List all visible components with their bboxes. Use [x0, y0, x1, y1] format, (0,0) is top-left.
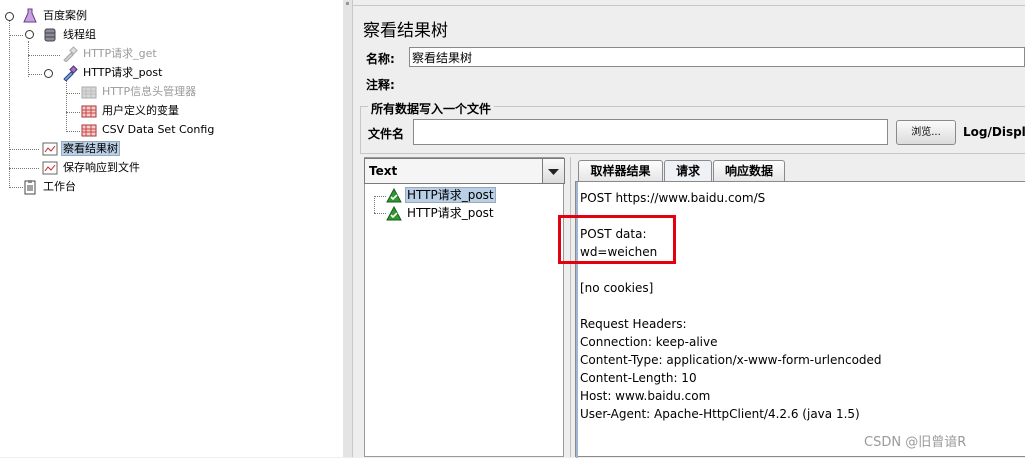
request-line: Request Headers:	[580, 317, 687, 331]
request-line: Host: www.baidu.com	[580, 389, 711, 403]
grid-config-icon	[81, 103, 97, 119]
expand-toggle-icon[interactable]	[25, 30, 34, 39]
browse-button[interactable]: 浏览...	[896, 120, 956, 145]
tree-node-thread-group[interactable]: 线程组	[42, 26, 98, 44]
watermark: CSDN @旧曾谙R	[864, 435, 967, 450]
result-item[interactable]: HTTP请求_post	[386, 204, 496, 222]
expand-toggle-icon[interactable]	[44, 69, 53, 78]
renderer-value: Text	[369, 164, 398, 178]
grid-config-icon	[81, 122, 97, 138]
panel-title: 察看结果树	[363, 21, 448, 41]
dropdown-arrow-icon[interactable]	[542, 159, 564, 183]
result-item[interactable]: HTTP请求_post	[386, 186, 496, 204]
tab-sampler-result[interactable]: 取样器结果	[578, 160, 663, 181]
tree-node-user-variables[interactable]: 用户定义的变量	[81, 102, 181, 120]
request-line: POST https://www.baidu.com/S	[580, 191, 766, 205]
spool-icon	[42, 27, 58, 43]
group-title: 所有数据写入一个文件	[368, 100, 495, 117]
chart-icon	[42, 160, 58, 176]
tree-node-workbench[interactable]: 工作台	[22, 178, 78, 196]
tab-response-data[interactable]: 响应数据	[713, 160, 785, 181]
divider-grip	[346, 2, 349, 5]
renderer-select[interactable]: Text	[364, 158, 565, 184]
test-plan-tree[interactable]: 百度案例 线程组 HTTP请求_get HTTP请求_post HTTP信息头管…	[0, 0, 344, 457]
top-edge	[353, 0, 1025, 6]
comment-label: 注释:	[366, 78, 395, 92]
grid-config-icon	[81, 84, 97, 100]
tree-node-test-plan[interactable]: 百度案例	[22, 7, 89, 25]
name-input[interactable]: 察看结果树	[409, 47, 1025, 67]
request-line: User-Agent: Apache-HttpClient/4.2.6 (jav…	[580, 407, 860, 421]
request-line: Content-Length: 10	[580, 371, 697, 385]
tree-node-http-get[interactable]: HTTP请求_get	[62, 45, 159, 63]
pipette-icon	[62, 46, 78, 63]
filename-label: 文件名	[368, 127, 405, 141]
split-pane-divider[interactable]	[343, 0, 353, 457]
request-line: Connection: keep-alive	[580, 335, 718, 349]
expand-toggle-icon[interactable]	[5, 12, 14, 21]
tree-node-csv-config[interactable]: CSV Data Set Config	[81, 121, 216, 139]
tab-request[interactable]: 请求	[664, 160, 712, 181]
flask-icon	[22, 8, 38, 24]
tree-node-header-manager[interactable]: HTTP信息头管理器	[81, 83, 198, 101]
chart-icon	[42, 141, 58, 157]
success-icon	[386, 205, 402, 222]
filename-input[interactable]	[413, 119, 888, 145]
success-icon	[386, 187, 402, 204]
pipette-icon	[62, 65, 78, 82]
log-display-label: Log/Display	[963, 125, 1025, 139]
tree-node-view-results-tree[interactable]: 察看结果树	[42, 140, 120, 158]
tree-node-save-responses[interactable]: 保存响应到文件	[42, 159, 142, 177]
request-line: Content-Type: application/x-www-form-url…	[580, 353, 882, 367]
highlight-box	[558, 215, 676, 264]
request-line: [no cookies]	[580, 281, 654, 295]
tree-node-http-post[interactable]: HTTP请求_post	[62, 64, 164, 82]
clipboard-icon	[22, 179, 38, 195]
name-label: 名称:	[366, 52, 395, 66]
